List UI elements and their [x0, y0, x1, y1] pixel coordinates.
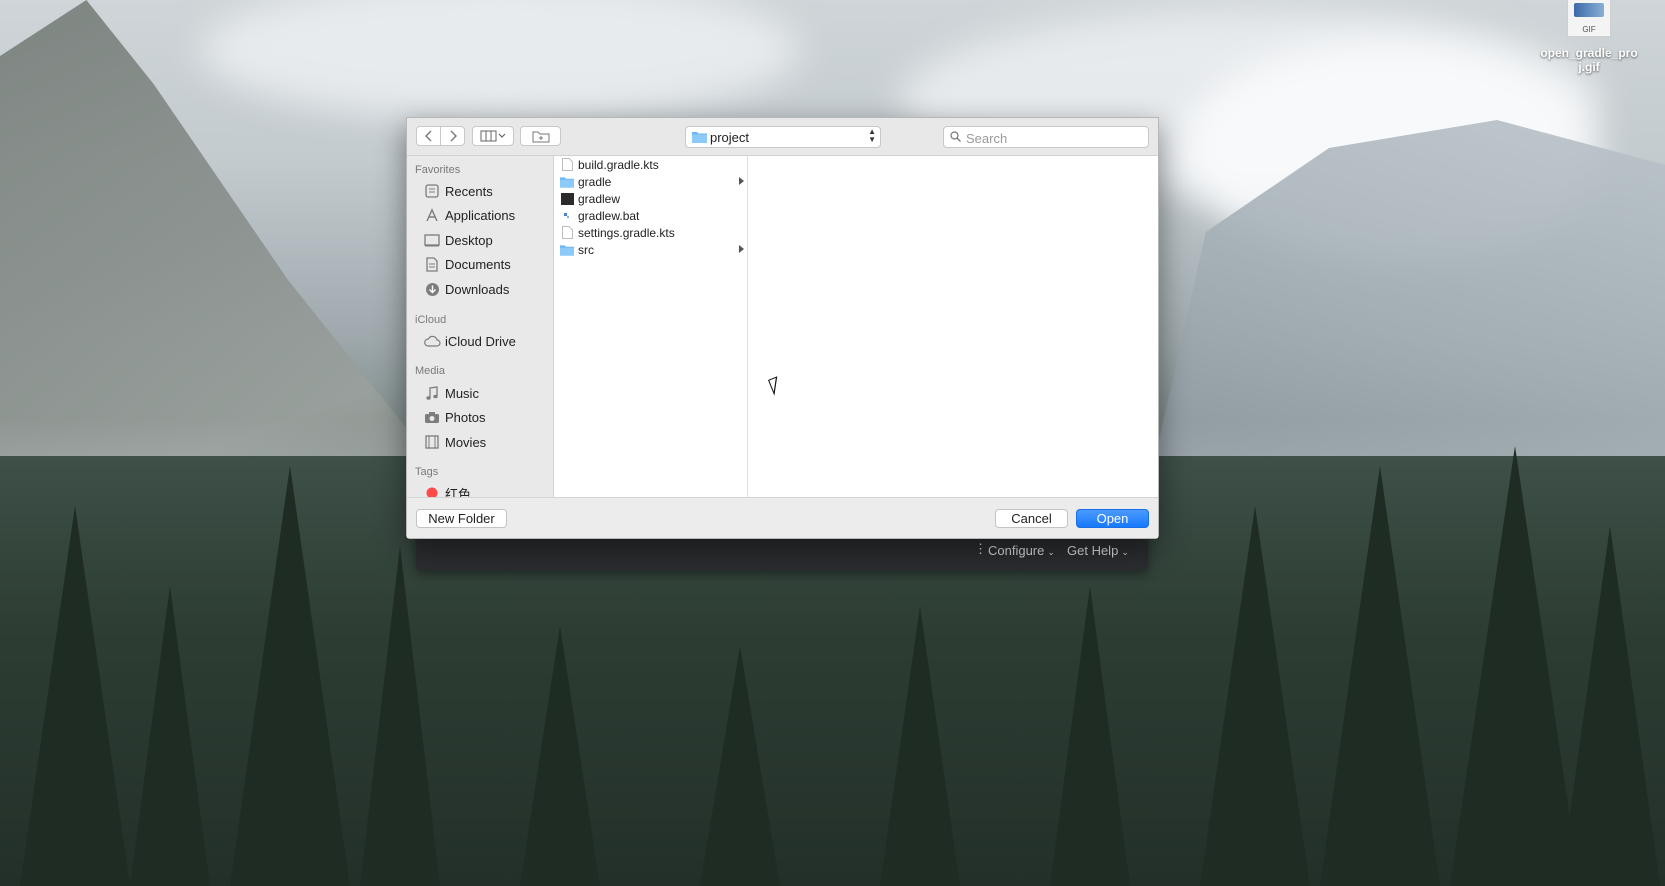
open-file-dialog: project ▲▼ Favorites Recents Application…	[406, 117, 1159, 539]
configure-label: Configure	[988, 543, 1045, 558]
desktop-icon	[423, 232, 441, 248]
sidebar-header-tags: Tags	[415, 466, 439, 478]
chevron-down-icon: ⌄	[1121, 547, 1129, 557]
sidebar-item-icloud-drive[interactable]: iCloud Drive	[423, 330, 516, 352]
open-button[interactable]: Open	[1076, 509, 1149, 528]
sidebar-item-photos[interactable]: Photos	[423, 406, 485, 428]
recents-icon	[423, 183, 441, 199]
document-icon	[560, 158, 574, 171]
cloud-icon	[423, 333, 441, 349]
sidebar-item-tag-red[interactable]: 红色	[423, 482, 471, 498]
file-row-settings-gradle-kts[interactable]: settings.gradle.kts	[554, 224, 747, 241]
sidebar-item-label: Recents	[445, 183, 493, 199]
music-icon	[423, 385, 441, 401]
sidebar-item-label: Movies	[445, 434, 487, 450]
applications-icon	[423, 207, 441, 223]
dialog-toolbar: project ▲ ▼	[407, 118, 1158, 156]
file-browser-column: build.gradle.kts gradle gradlew gradlew.…	[554, 156, 748, 498]
sidebar-item-label: 红色	[445, 486, 472, 499]
preview-column	[748, 156, 1158, 498]
desktop-file-icon[interactable]: GIF open_gradle_proj.gif	[1539, 0, 1639, 74]
file-name: settings.gradle.kts	[578, 225, 675, 240]
columns-view-icon	[480, 130, 506, 142]
document-icon	[560, 226, 574, 239]
sidebar-item-documents[interactable]: Documents	[423, 253, 511, 275]
sidebar-item-label: iCloud Drive	[445, 333, 516, 349]
desktop-file-label: open_gradle_proj.gif	[1540, 46, 1638, 74]
camera-icon	[423, 409, 441, 425]
get-help-label: Get Help	[1067, 543, 1119, 558]
disclosure-arrow-icon	[739, 245, 744, 253]
folder-icon	[560, 243, 574, 256]
sidebar-item-recents[interactable]: Recents	[423, 180, 493, 202]
film-icon	[423, 434, 441, 450]
updown-chevron-icon: ▲ ▼	[868, 127, 876, 144]
gif-thumbnail-icon: GIF	[1567, 0, 1611, 37]
gif-badge: GIF	[1582, 25, 1596, 34]
sidebar-item-music[interactable]: Music	[423, 382, 479, 404]
documents-icon	[423, 256, 441, 272]
file-row-gradlew[interactable]: gradlew	[554, 190, 747, 207]
dialog-bottom-bar: New Folder Cancel Open	[407, 497, 1158, 538]
cancel-button[interactable]: Cancel	[995, 509, 1068, 528]
sidebar-item-label: Downloads	[445, 281, 510, 297]
search-field[interactable]	[943, 126, 1149, 148]
file-name: gradle	[578, 174, 612, 189]
file-row-build-gradle-kts[interactable]: build.gradle.kts	[554, 156, 747, 173]
file-name: src	[578, 242, 594, 257]
script-file-icon	[560, 209, 574, 222]
sidebar-item-label: Documents	[445, 256, 511, 272]
chevron-right-icon	[450, 130, 457, 142]
sidebar-item-movies[interactable]: Movies	[423, 431, 486, 453]
file-name: gradlew	[578, 191, 621, 206]
folder-plus-icon	[532, 131, 549, 142]
sidebar: Favorites Recents Applications Desktop D…	[407, 156, 554, 498]
sidebar-item-label: Photos	[445, 409, 486, 425]
more-dots-icon: ⋮	[974, 541, 987, 556]
chevron-left-icon	[424, 130, 431, 142]
forward-button[interactable]	[440, 126, 465, 146]
location-name: project	[710, 130, 750, 145]
file-row-src[interactable]: src	[554, 241, 747, 258]
terminal-executable-icon	[560, 192, 574, 205]
sidebar-header-favorites: Favorites	[415, 164, 461, 176]
file-name: gradlew.bat	[578, 208, 640, 223]
configure-menu[interactable]: Configure ⌄	[988, 543, 1055, 558]
sidebar-item-label: Applications	[445, 207, 516, 223]
sidebar-header-media: Media	[415, 365, 445, 377]
cloud	[200, 0, 800, 120]
disclosure-arrow-icon	[739, 177, 744, 185]
sidebar-item-applications[interactable]: Applications	[423, 204, 515, 226]
folder-icon	[560, 175, 574, 188]
new-folder-button[interactable]: New Folder	[416, 509, 507, 528]
downloads-icon	[423, 281, 441, 297]
search-icon	[950, 131, 961, 142]
get-help-menu[interactable]: Get Help ⌄	[1067, 543, 1129, 558]
file-row-gradle[interactable]: gradle	[554, 173, 747, 190]
location-popup[interactable]: project ▲ ▼	[685, 126, 881, 148]
chevron-down-icon: ⌄	[1047, 547, 1055, 557]
new-folder-toolbar-button[interactable]	[520, 126, 561, 146]
file-row-gradlew-bat[interactable]: gradlew.bat	[554, 207, 747, 224]
sidebar-item-desktop[interactable]: Desktop	[423, 229, 493, 251]
sidebar-item-label: Desktop	[445, 232, 493, 248]
search-input[interactable]	[964, 129, 1148, 147]
folder-icon	[692, 132, 707, 143]
sidebar-header-icloud: iCloud	[415, 314, 447, 326]
view-mode-button[interactable]	[472, 126, 514, 146]
sidebar-item-downloads[interactable]: Downloads	[423, 278, 509, 300]
file-name: build.gradle.kts	[578, 157, 659, 172]
sidebar-item-label: Music	[445, 385, 479, 401]
back-button[interactable]	[416, 126, 441, 146]
